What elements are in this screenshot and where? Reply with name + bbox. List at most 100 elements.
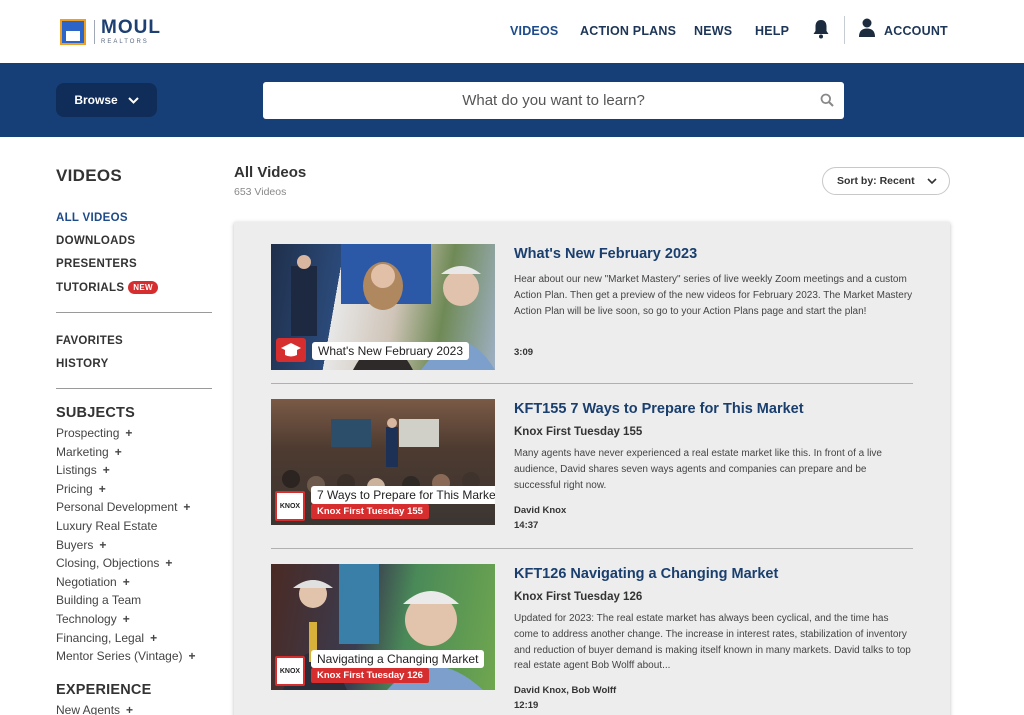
subject-item[interactable]: Listings + — [56, 463, 110, 477]
video-divider — [271, 548, 913, 549]
nav-account[interactable]: ACCOUNT — [884, 24, 948, 38]
sidebar-item-history[interactable]: HISTORY — [56, 358, 109, 370]
search-icon[interactable] — [820, 93, 834, 107]
subject-item[interactable]: Building a Team — [56, 593, 141, 607]
subject-item[interactable]: Negotiation + — [56, 575, 130, 589]
nav-videos[interactable]: VIDEOS — [510, 24, 558, 38]
video-subtitle: Knox First Tuesday 155 — [514, 426, 643, 438]
experience-item[interactable]: New Agents + — [56, 703, 133, 715]
thumbnail-label: What's New February 2023 — [312, 342, 470, 360]
subject-label: Financing, Legal — [56, 630, 145, 645]
sidebar-item-favorites[interactable]: FAVORITES — [56, 335, 123, 347]
video-thumbnail[interactable]: What's New February 2023 — [271, 244, 495, 370]
video-count: 653 Videos — [234, 186, 287, 198]
knox-logo-icon: KNOX 126 — [275, 656, 305, 686]
subject-item[interactable]: Personal Development + — [56, 500, 190, 514]
chevron-down-icon — [127, 96, 139, 104]
sidebar-divider — [56, 388, 212, 389]
video-description: Many agents have never experienced a rea… — [514, 448, 882, 491]
plus-icon[interactable]: + — [125, 426, 132, 440]
nav-action-plans[interactable]: ACTION PLANS — [580, 24, 676, 38]
subject-item[interactable]: Closing, Objections + — [56, 556, 172, 570]
plus-icon[interactable]: + — [123, 575, 130, 589]
subject-item[interactable]: Marketing + — [56, 445, 122, 459]
video-duration: 3:09 — [514, 347, 534, 358]
top-header: MOUL REALTORS VIDEOS ACTION PLANS NEWS H… — [0, 0, 1024, 63]
sidebar-title: VIDEOS — [56, 166, 123, 185]
subject-item[interactable]: Technology + — [56, 612, 130, 626]
video-thumbnail[interactable]: KNOX 155 7 Ways to Prepare for This Mark… — [271, 399, 495, 525]
search-box — [263, 82, 844, 119]
sort-label: Sort by: Recent — [837, 175, 915, 187]
plus-icon[interactable]: + — [99, 538, 106, 552]
nav-divider — [844, 16, 845, 44]
plus-icon[interactable]: + — [150, 631, 157, 645]
browse-label: Browse — [74, 93, 118, 107]
user-icon[interactable] — [858, 18, 876, 38]
new-badge: NEW — [128, 281, 158, 294]
nav-help[interactable]: HELP — [755, 24, 789, 38]
video-thumbnail[interactable]: KNOX 126 Navigating a Changing Market Kn… — [271, 564, 495, 690]
subject-item[interactable]: Prospecting + — [56, 426, 132, 440]
subject-label: Listings — [56, 463, 97, 478]
subject-label: Pricing — [56, 481, 93, 496]
sidebar-item-presenters[interactable]: PRESENTERS — [56, 258, 137, 270]
sort-dropdown[interactable]: Sort by: Recent — [822, 167, 950, 195]
video-duration: 14:37 — [514, 520, 539, 531]
page-title: All Videos — [234, 164, 307, 181]
subjects-heading: SUBJECTS — [56, 405, 135, 421]
video-duration: 12:19 — [514, 700, 539, 711]
subject-label: Marketing — [56, 444, 109, 459]
plus-icon[interactable]: + — [165, 556, 172, 570]
video-title[interactable]: KFT155 7 Ways to Prepare for This Market — [514, 401, 804, 417]
plus-icon[interactable]: + — [123, 612, 130, 626]
search-band: Browse — [0, 63, 1024, 137]
subject-item[interactable]: Buyers + — [56, 538, 106, 552]
video-description: Updated for 2023: The real estate market… — [514, 613, 911, 672]
subject-label: Building a Team — [56, 593, 142, 608]
chevron-down-icon — [927, 178, 937, 185]
subject-label: Buyers — [56, 537, 94, 552]
plus-icon[interactable]: + — [183, 500, 190, 514]
bell-icon[interactable] — [812, 19, 830, 39]
plus-icon[interactable]: + — [115, 445, 122, 459]
sidebar-divider — [56, 312, 212, 313]
thumbnail-sub: Knox First Tuesday 155 — [311, 504, 429, 519]
nav-news[interactable]: NEWS — [694, 24, 732, 38]
plus-icon[interactable]: + — [103, 463, 110, 477]
subject-item[interactable]: Financing, Legal + — [56, 631, 157, 645]
experience-heading: EXPERIENCE — [56, 682, 152, 698]
search-input[interactable] — [263, 82, 844, 119]
video-title[interactable]: KFT126 Navigating a Changing Market — [514, 566, 778, 582]
sidebar-item-downloads[interactable]: DOWNLOADS — [56, 235, 135, 247]
video-list: What's New February 2023 What's New Febr… — [234, 222, 950, 715]
video-description: Hear about our new "Market Mastery" seri… — [514, 274, 913, 317]
subject-label: Prospecting — [56, 426, 120, 440]
plus-icon[interactable]: + — [99, 482, 106, 496]
sidebar-item-all-videos[interactable]: ALL VIDEOS — [56, 212, 128, 224]
subject-label: Mentor Series (Vintage) — [56, 649, 183, 664]
video-presenter: David Knox, Bob Wolff — [514, 685, 617, 696]
subject-item[interactable]: Luxury Real Estate — [56, 519, 157, 533]
subject-label: Negotiation — [56, 574, 117, 589]
subject-item[interactable]: Pricing + — [56, 482, 106, 496]
thumbnail-sub: Knox First Tuesday 126 — [311, 668, 429, 683]
video-divider — [271, 383, 913, 384]
subject-label: Technology — [56, 612, 117, 626]
video-presenter: David Knox — [514, 505, 567, 516]
video-subtitle: Knox First Tuesday 126 — [514, 591, 643, 603]
sidebar-item-tutorials[interactable]: TUTORIALS NEW — [56, 281, 158, 294]
video-title[interactable]: What's New February 2023 — [514, 246, 697, 262]
thumbnail-label: 7 Ways to Prepare for This Market — [311, 486, 495, 504]
subject-label: Closing, Objections — [56, 556, 160, 571]
graduation-cap-icon — [276, 338, 306, 362]
sidebar-item-tutorials-label: TUTORIALS — [56, 282, 125, 294]
experience-label: New Agents — [56, 703, 121, 715]
plus-icon[interactable]: + — [126, 703, 133, 715]
subject-label: Luxury Real Estate — [56, 519, 158, 533]
subject-label: Personal Development — [56, 500, 178, 515]
knox-logo-icon: KNOX 155 — [275, 491, 305, 521]
browse-button[interactable]: Browse — [56, 83, 157, 117]
subject-item[interactable]: Mentor Series (Vintage) + — [56, 649, 196, 663]
plus-icon[interactable]: + — [189, 649, 196, 663]
